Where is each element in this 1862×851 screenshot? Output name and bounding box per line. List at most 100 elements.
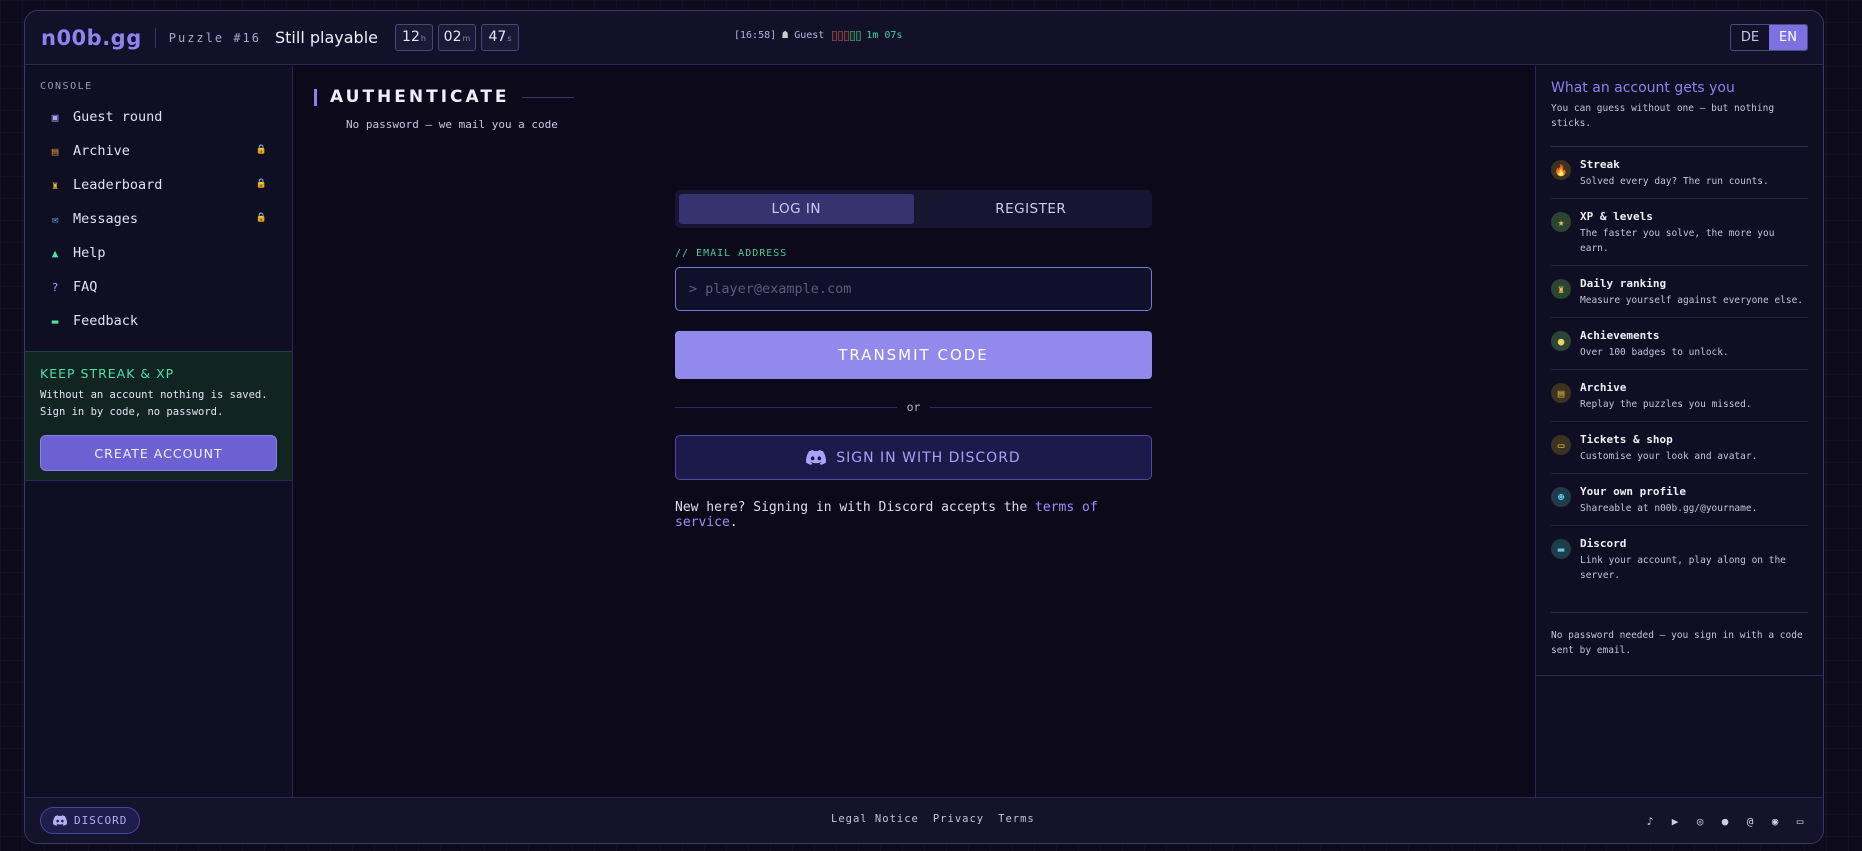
- gamepad-icon[interactable]: ▭: [1792, 813, 1808, 829]
- page-subtitle: No password — we mail you a code: [346, 118, 558, 131]
- discord-icon[interactable]: ◉: [1767, 813, 1783, 829]
- sidebar-item-label: Guest round: [73, 109, 163, 125]
- chat-icon: ▬: [51, 314, 59, 328]
- trophy-icon: ♜: [1551, 279, 1571, 299]
- sidebar-item-leaderboard[interactable]: ♜ Leaderboard 🔒: [25, 168, 292, 202]
- sidebar: CONSOLE ▣ Guest round ▤ Archive 🔒 ♜ Lead…: [25, 66, 293, 797]
- chat-icon: ▬: [1551, 539, 1571, 559]
- login-form: LOG IN REGISTER // EMAIL ADDRESS > playe…: [675, 190, 1152, 530]
- puzzle-number: Puzzle #16: [168, 30, 261, 45]
- session-status: [16:58] ☗ Guest 1m 07s: [734, 30, 902, 41]
- timer-minutes: 02 m: [437, 24, 476, 51]
- discord-signin-button[interactable]: SIGN IN WITH DISCORD: [675, 435, 1152, 480]
- top-bar: n00b.gg Puzzle #16 Still playable 12 h 02…: [25, 11, 1823, 65]
- sidebar-item-messages[interactable]: ✉ Messages 🔒: [25, 202, 292, 236]
- ticket-icon: ▭: [1551, 435, 1571, 455]
- inbox-icon: ✉: [51, 212, 59, 226]
- people-icon: ☻: [1551, 487, 1571, 507]
- lock-icon: 🔒: [255, 179, 267, 189]
- threads-icon[interactable]: @: [1742, 813, 1758, 829]
- sidebar-item-faq[interactable]: ? FAQ: [25, 270, 292, 304]
- ghost-icon: ☗: [782, 30, 789, 41]
- lock-icon: 🔒: [255, 213, 267, 223]
- lang-en-button[interactable]: EN: [1769, 25, 1807, 50]
- app-frame: n00b.gg Puzzle #16 Still playable 12 h 02…: [24, 10, 1824, 844]
- feature-xp: ★ XP & levels The faster you solve, the m…: [1551, 199, 1808, 266]
- feature-tickets: ▭ Tickets & shop Customise your look and …: [1551, 422, 1808, 474]
- sidebar-item-guest-round[interactable]: ▣ Guest round: [25, 100, 292, 134]
- promo-title: KEEP STREAK & XP: [40, 366, 175, 381]
- main-content: AUTHENTICATE No password — we mail you a…: [293, 66, 1560, 797]
- youtube-icon[interactable]: ▶: [1667, 813, 1683, 829]
- sidebar-item-help[interactable]: ▲ Help: [25, 236, 292, 270]
- panel-subtitle: You can guess without one — but nothing …: [1551, 103, 1775, 129]
- trophy-icon: ♜: [51, 178, 59, 192]
- feature-achievements: ● Achievements Over 100 badges to unlock.: [1551, 318, 1808, 370]
- timer-hours: 12 h: [394, 24, 433, 51]
- box-icon: ▤: [51, 144, 59, 158]
- sidebar-item-archive[interactable]: ▤ Archive 🔒: [25, 134, 292, 168]
- transmit-code-button[interactable]: TRANSMIT CODE: [675, 331, 1152, 379]
- feature-streak: 🔥 Streak Solved every day? The run counts…: [1551, 147, 1808, 199]
- sidebar-item-label: Leaderboard: [73, 177, 163, 193]
- discord-signin-label: SIGN IN WITH DISCORD: [836, 449, 1021, 466]
- terms-notice: New here? Signing in with Discord accept…: [675, 500, 1098, 530]
- email-placeholder: player@example.com: [705, 281, 852, 297]
- promo-text: Without an account nothing is saved. Sig…: [40, 389, 268, 418]
- lang-de-button[interactable]: DE: [1731, 25, 1769, 50]
- question-icon: ?: [51, 280, 59, 294]
- feature-archive: ▤ Archive Replay the puzzles you missed.: [1551, 370, 1808, 422]
- clock: [16:58]: [734, 30, 777, 41]
- session-time: 1m 07s: [866, 30, 903, 41]
- discord-icon: [806, 450, 827, 465]
- terms-footer-link[interactable]: Terms: [998, 813, 1035, 825]
- sidebar-item-label: Help: [73, 245, 106, 261]
- legal-notice-link[interactable]: Legal Notice: [831, 813, 919, 825]
- account-promo: KEEP STREAK & XP Without an account noth…: [25, 351, 292, 481]
- feature-ranking: ♜ Daily ranking Measure yourself against …: [1551, 266, 1808, 318]
- medal-icon: ●: [1551, 331, 1571, 351]
- instagram-icon[interactable]: ◎: [1692, 813, 1708, 829]
- attempt-bars: [832, 30, 862, 41]
- sidebar-item-label: Feedback: [73, 313, 139, 329]
- user-name: Guest: [794, 30, 825, 41]
- divider: [154, 27, 156, 48]
- tab-login[interactable]: LOG IN: [679, 194, 914, 224]
- star-icon: ★: [1551, 212, 1571, 232]
- sidebar-nav: ▣ Guest round ▤ Archive 🔒 ♜ Leaderboard …: [25, 100, 292, 338]
- privacy-link[interactable]: Privacy: [933, 813, 984, 825]
- logo[interactable]: n00b.gg: [41, 26, 142, 50]
- sidebar-item-label: Messages: [73, 211, 139, 227]
- feature-discord: ▬ Discord Link your account, play along o…: [1551, 526, 1808, 592]
- panel-footnote: No password needed — you sign in with a …: [1551, 612, 1808, 658]
- feature-profile: ☻ Your own profile Shareable at n00b.gg/@…: [1551, 474, 1808, 526]
- prompt-glyph: >: [689, 281, 698, 297]
- panel-title: What an account gets you: [1551, 80, 1735, 96]
- bell-icon: ▲: [51, 246, 59, 260]
- reddit-icon[interactable]: ●: [1717, 813, 1733, 829]
- box-icon: ▤: [1551, 383, 1571, 403]
- tab-register[interactable]: REGISTER: [914, 194, 1149, 224]
- page-title: AUTHENTICATE: [314, 87, 574, 107]
- discord-link-button[interactable]: DISCORD: [40, 807, 141, 834]
- auth-tabs: LOG IN REGISTER: [675, 190, 1152, 228]
- timer-seconds: 47 s: [480, 24, 519, 51]
- sidebar-item-feedback[interactable]: ▬ Feedback: [25, 304, 292, 338]
- footer-links: Legal Notice Privacy Terms: [831, 813, 1035, 825]
- email-label: // EMAIL ADDRESS: [675, 248, 788, 259]
- grid-icon: ▣: [51, 110, 59, 124]
- fire-icon: 🔥: [1551, 160, 1571, 180]
- countdown-timer: 12 h 02 m 47 s: [394, 24, 519, 51]
- create-account-button[interactable]: CREATE ACCOUNT: [40, 435, 277, 471]
- puzzle-state: Still playable: [275, 28, 378, 47]
- lock-icon: 🔒: [255, 145, 267, 155]
- or-divider: or: [675, 400, 1152, 414]
- sidebar-section-title: CONSOLE: [40, 81, 93, 92]
- benefits-panel: What an account gets you You can guess w…: [1535, 66, 1823, 797]
- social-links: ♪ ▶ ◎ ● @ ◉ ▭: [1642, 813, 1808, 829]
- language-switch: DE EN: [1729, 24, 1808, 51]
- email-field[interactable]: > player@example.com: [675, 267, 1152, 311]
- footer: DISCORD Legal Notice Privacy Terms ♪ ▶ ◎…: [25, 797, 1823, 843]
- sidebar-item-label: Archive: [73, 143, 130, 159]
- tiktok-icon[interactable]: ♪: [1642, 813, 1658, 829]
